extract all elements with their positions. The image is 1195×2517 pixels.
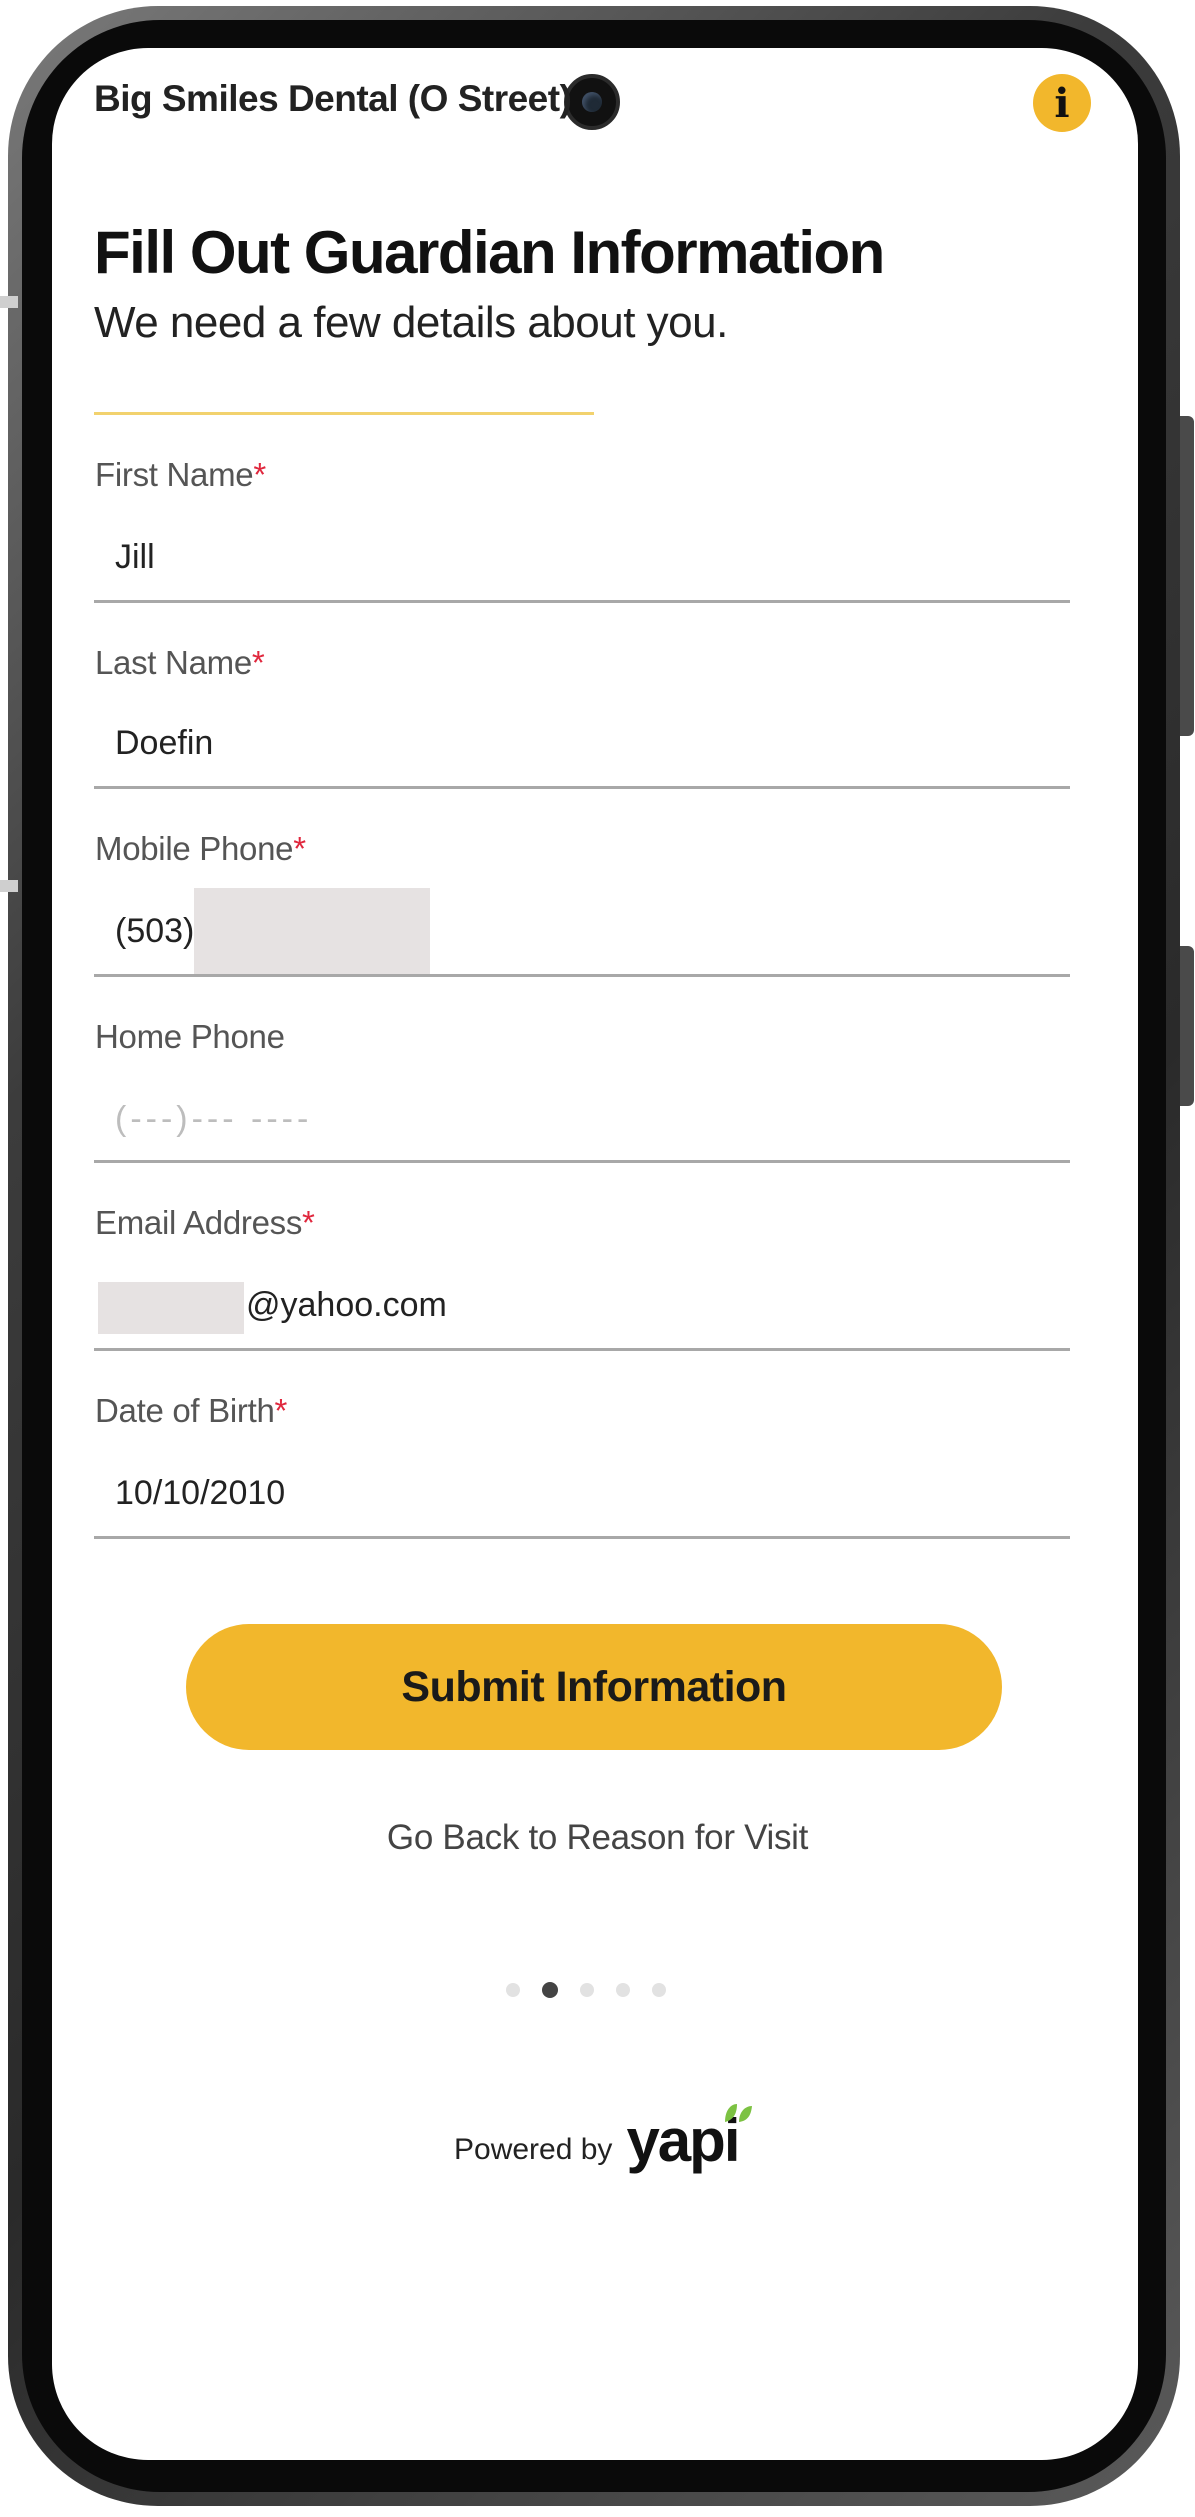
pagination-dot (580, 1983, 594, 1997)
leaf-icon (724, 2104, 752, 2122)
page-title: Fill Out Guardian Information (94, 219, 885, 286)
mobile-phone-label: Mobile Phone* (95, 830, 306, 867)
submit-information-button[interactable]: Submit Information (186, 1624, 1002, 1750)
mobile-phone-underline (94, 974, 1070, 977)
email-underline (94, 1348, 1070, 1351)
power-button (1180, 946, 1194, 1106)
first-name-label: First Name* (95, 456, 266, 493)
frame-mark (0, 880, 18, 892)
mobile-phone-input[interactable]: (503) (115, 912, 194, 951)
home-phone-underline (94, 1160, 1070, 1163)
redacted-phone-number (194, 888, 430, 974)
pagination-dot (506, 1983, 520, 1997)
required-mark: * (302, 1204, 315, 1241)
email-input[interactable]: @yahoo.com (246, 1286, 447, 1325)
required-mark: * (293, 830, 306, 867)
email-label: Email Address* (95, 1204, 315, 1241)
required-mark: * (274, 1392, 288, 1429)
pagination-dot-active (542, 1982, 558, 1998)
redacted-email-user (98, 1282, 244, 1334)
go-back-link[interactable]: Go Back to Reason for Visit (0, 1818, 1195, 1858)
frame-mark (0, 296, 18, 308)
dob-input[interactable]: 10/10/2010 (115, 1474, 285, 1513)
home-phone-input[interactable]: (---)--- ---- (115, 1100, 312, 1139)
home-phone-label: Home Phone (95, 1018, 285, 1055)
pagination-dots (506, 1982, 666, 1998)
powered-by: Powered by yapi (454, 2104, 752, 2175)
pagination-dot (652, 1983, 666, 1997)
required-mark: * (251, 644, 265, 681)
page-subtitle: We need a few details about you. (94, 298, 728, 347)
dob-underline (94, 1536, 1070, 1539)
first-name-underline (94, 600, 1070, 603)
progress-accent-line (94, 412, 594, 415)
powered-by-text: Powered by (454, 2133, 613, 2166)
practice-name: Big Smiles Dental (O Street) (94, 78, 572, 119)
info-icon[interactable]: i (1033, 74, 1091, 132)
volume-button (1180, 416, 1194, 736)
dob-label: Date of Birth* (95, 1392, 288, 1429)
required-mark: * (253, 456, 266, 493)
last-name-underline (94, 786, 1070, 789)
front-camera (564, 74, 620, 130)
pagination-dot (616, 1983, 630, 1997)
first-name-input[interactable]: Jill (115, 538, 155, 577)
yapi-logo: yapi (626, 2104, 752, 2175)
phone-screen (52, 48, 1138, 2460)
last-name-label: Last Name* (95, 644, 265, 681)
last-name-input[interactable]: Doefin (115, 724, 213, 763)
